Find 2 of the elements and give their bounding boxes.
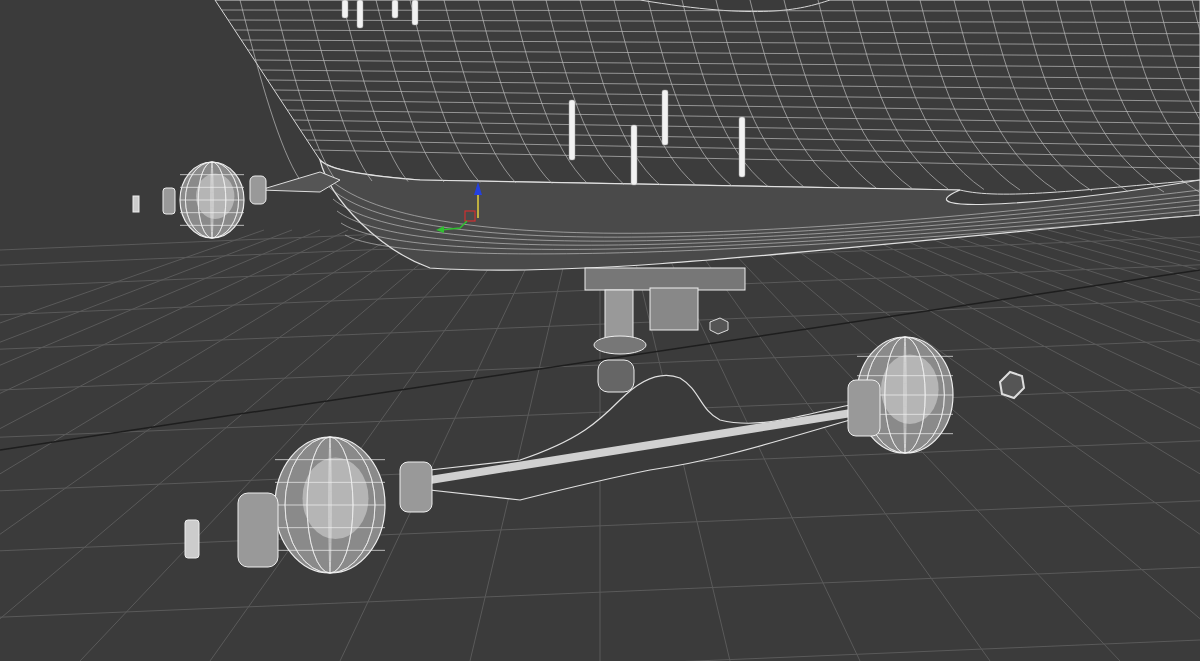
transform-gizmo-icon[interactable] bbox=[436, 182, 482, 233]
viewport[interactable] bbox=[0, 0, 1200, 661]
